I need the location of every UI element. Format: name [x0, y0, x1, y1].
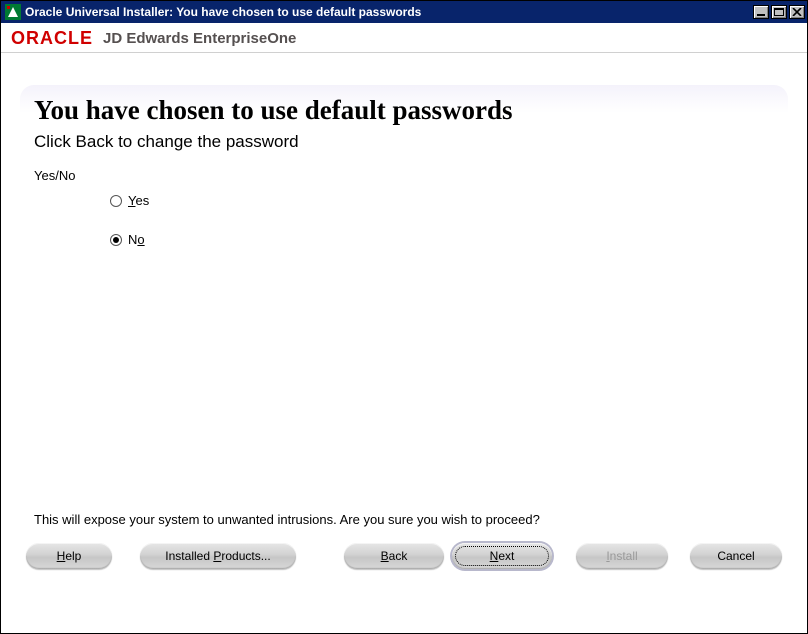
button-row: Help Installed Products... Back Next Ins…	[26, 543, 782, 569]
install-button: Install	[576, 543, 668, 569]
page-title: You have chosen to use default passwords	[20, 85, 788, 128]
product-name: JD Edwards EnterpriseOne	[103, 30, 296, 47]
radio-icon	[110, 195, 122, 207]
oracle-logo: ORACLE	[11, 28, 93, 49]
btn-text: elp	[65, 549, 81, 563]
cancel-button[interactable]: Cancel	[690, 543, 782, 569]
close-button[interactable]	[789, 5, 805, 19]
back-button[interactable]: Back	[344, 543, 444, 569]
titlebar: Oracle Universal Installer: You have cho…	[1, 1, 807, 23]
radio-label-yes: Yes	[128, 193, 149, 208]
window-title: Oracle Universal Installer: You have cho…	[25, 5, 753, 19]
radio-label-no: No	[128, 232, 145, 247]
maximize-button[interactable]	[771, 5, 787, 19]
main-panel: You have chosen to use default passwords…	[20, 85, 788, 577]
minimize-button[interactable]	[753, 5, 769, 19]
help-button[interactable]: Help	[26, 543, 112, 569]
next-button[interactable]: Next	[452, 543, 552, 569]
radio-icon	[110, 234, 122, 246]
radio-option-yes[interactable]: Yes	[20, 187, 788, 214]
page-subtitle: Click Back to change the password	[20, 128, 788, 162]
warning-text: This will expose your system to unwanted…	[34, 512, 540, 527]
radio-option-no[interactable]: No	[20, 214, 788, 253]
window-controls	[753, 5, 805, 19]
branding-bar: ORACLE JD Edwards EnterpriseOne	[1, 23, 807, 53]
radio-group-label: Yes/No	[20, 162, 788, 187]
installed-products-button[interactable]: Installed Products...	[140, 543, 296, 569]
app-icon	[5, 4, 21, 20]
